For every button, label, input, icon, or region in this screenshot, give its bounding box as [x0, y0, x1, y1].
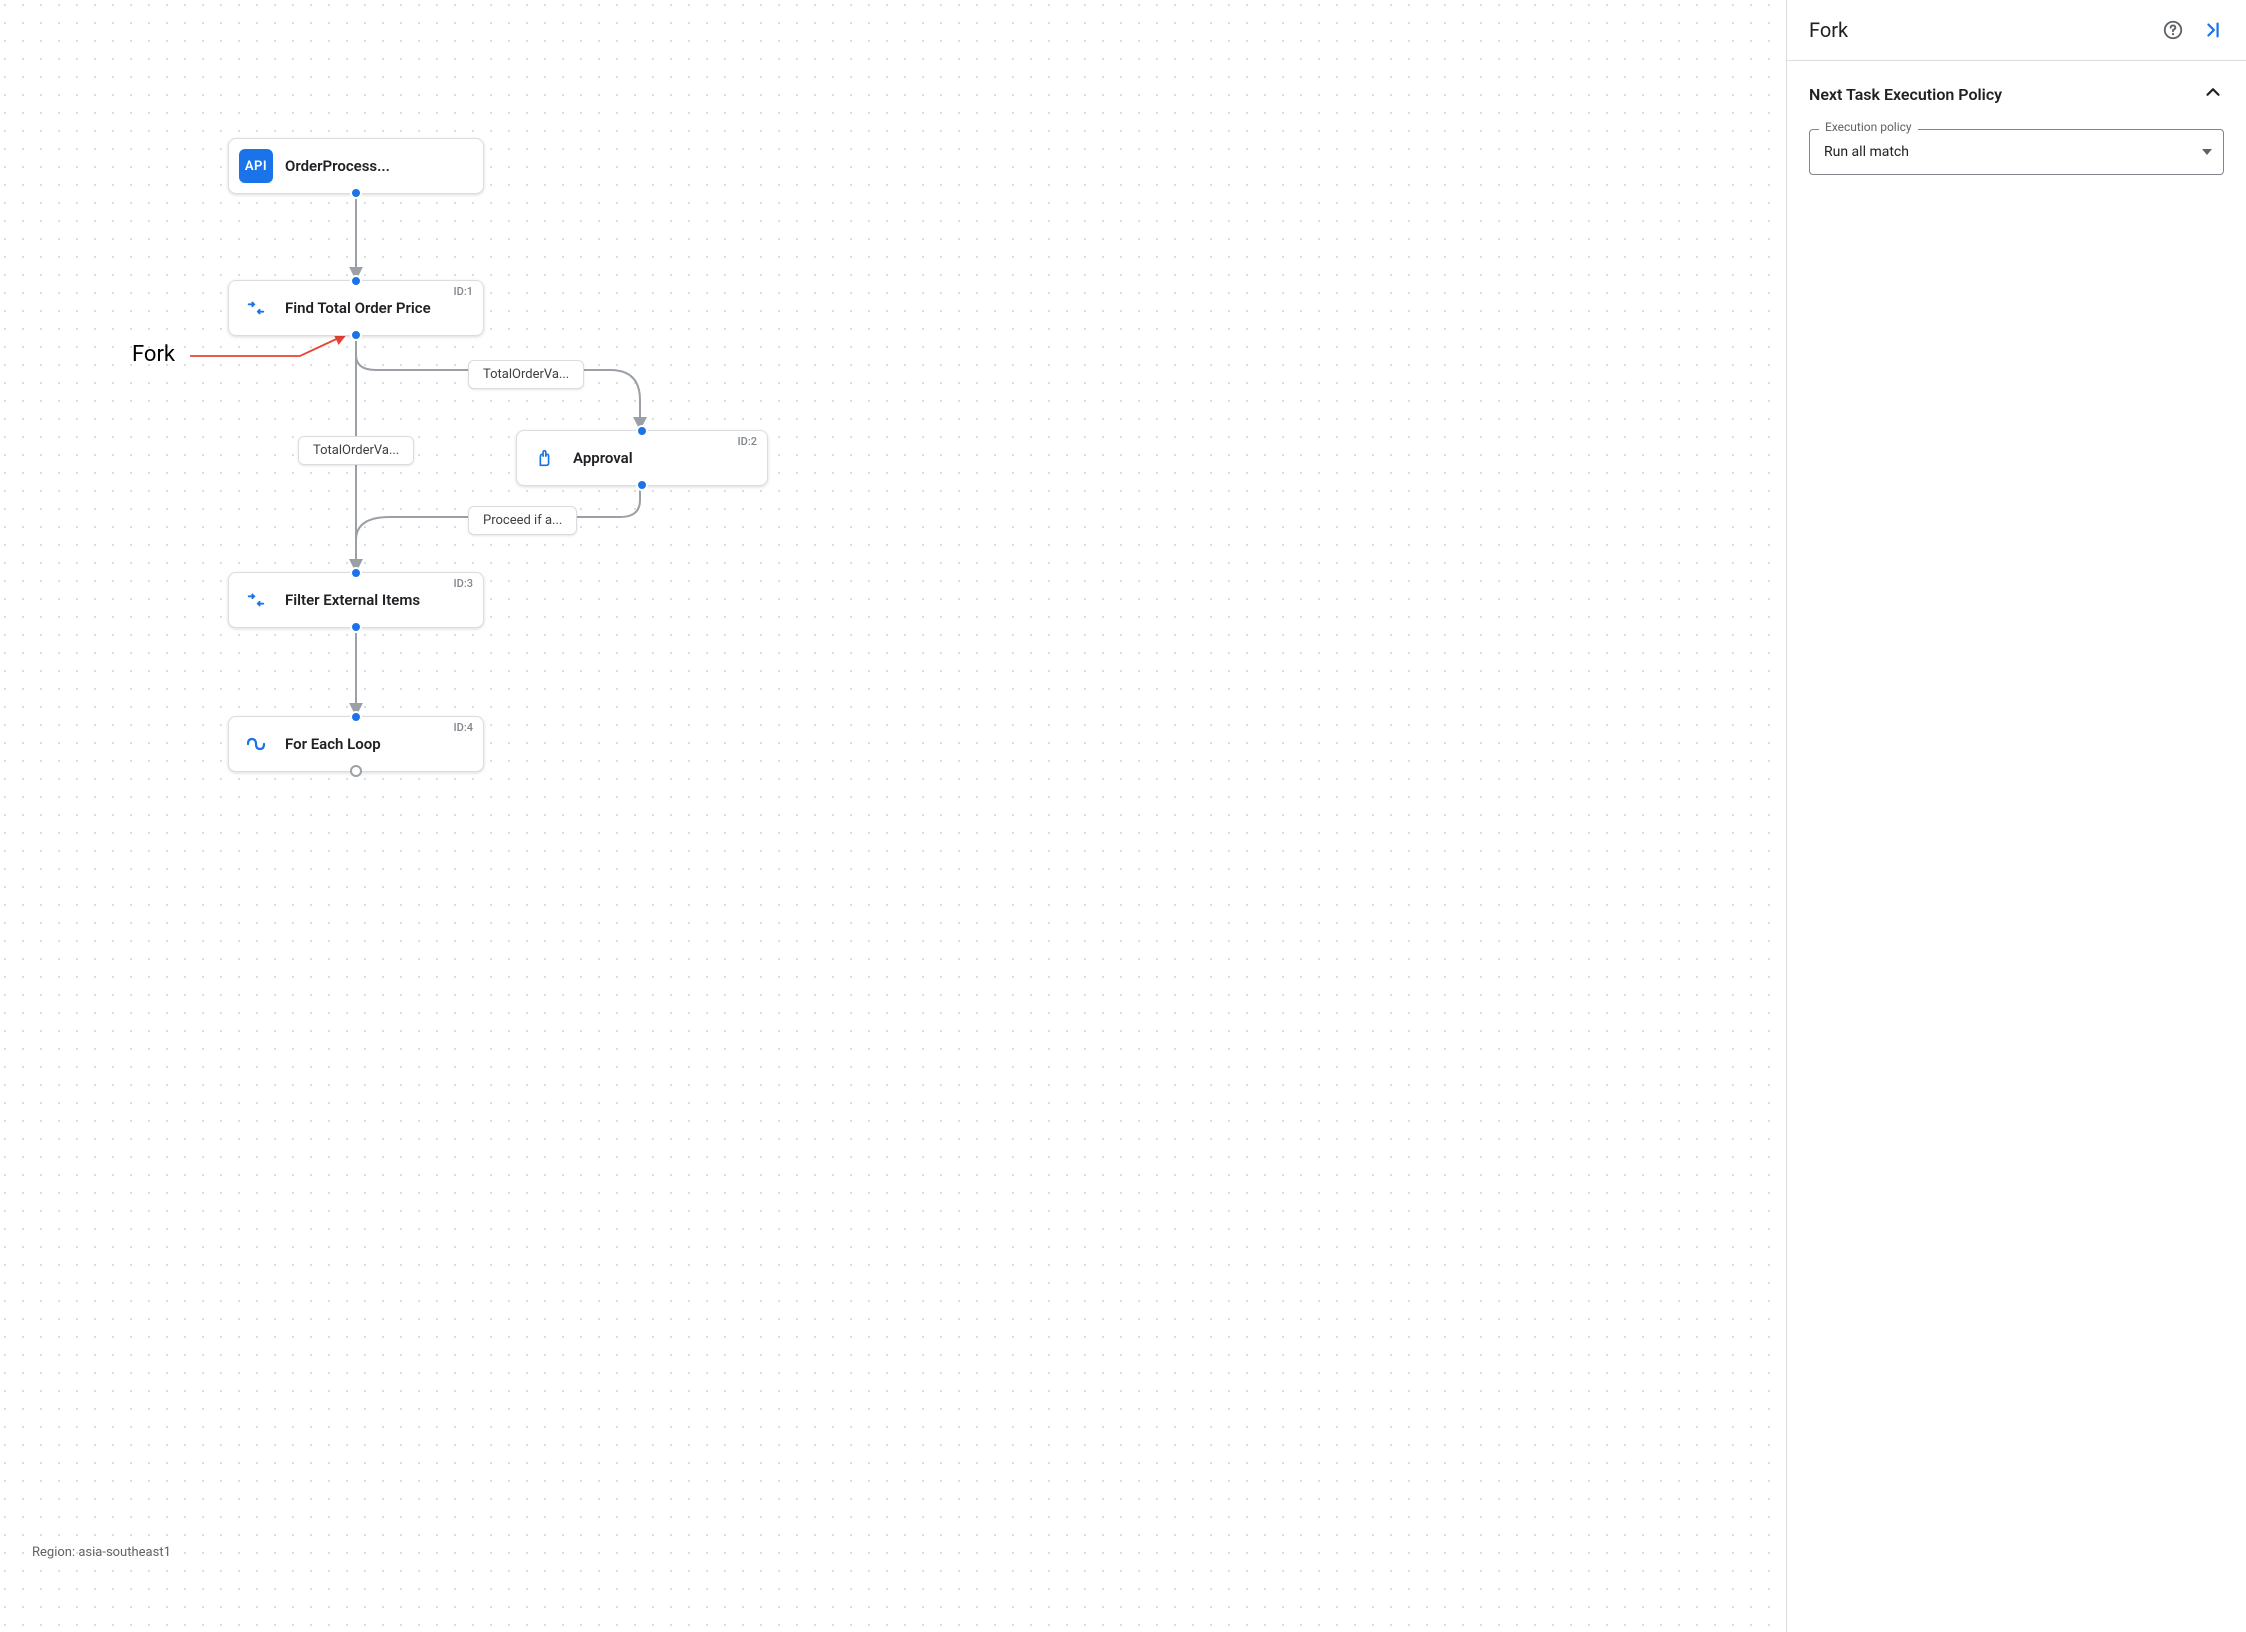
- region-label: Region: asia-southeast1: [32, 1545, 171, 1560]
- collapse-panel-icon[interactable]: [2202, 19, 2224, 41]
- node-filter-external-items[interactable]: ID:3 Filter External Items: [228, 572, 484, 628]
- node-title: OrderProcess...: [285, 157, 390, 175]
- execution-policy-select[interactable]: Run all match: [1809, 129, 2224, 175]
- help-icon[interactable]: [2162, 19, 2184, 41]
- edge-layer: [0, 0, 1786, 1632]
- port-top[interactable]: [350, 567, 362, 579]
- node-for-each-loop[interactable]: ID:4 For Each Loop: [228, 716, 484, 772]
- edge-label[interactable]: TotalOrderVa...: [468, 360, 584, 389]
- chevron-down-icon: [2202, 149, 2212, 155]
- panel-title: Fork: [1809, 18, 1848, 42]
- execution-policy-field: Execution policy Run all match: [1809, 129, 2224, 175]
- api-trigger-icon: API: [239, 149, 273, 183]
- node-id-tag: ID:3: [454, 577, 473, 590]
- node-approval[interactable]: ID:2 Approval: [516, 430, 768, 486]
- port-bottom[interactable]: [350, 765, 362, 777]
- port-bottom[interactable]: [636, 479, 648, 491]
- select-value: Run all match: [1824, 144, 1909, 160]
- chevron-up-icon: [2202, 81, 2224, 107]
- section-title: Next Task Execution Policy: [1809, 85, 2002, 104]
- edge-label[interactable]: TotalOrderVa...: [298, 436, 414, 465]
- data-mapping-icon: [239, 583, 273, 617]
- port-top[interactable]: [350, 711, 362, 723]
- node-title: Filter External Items: [285, 591, 420, 609]
- integration-canvas[interactable]: Fork API OrderProcess... ID:1 Find Total…: [0, 0, 1786, 1632]
- port-bottom[interactable]: [350, 621, 362, 633]
- field-label: Execution policy: [1819, 120, 1918, 134]
- port-top[interactable]: [350, 275, 362, 287]
- node-find-total-order-price[interactable]: ID:1 Find Total Order Price: [228, 280, 484, 336]
- approval-hand-icon: [527, 441, 561, 475]
- node-id-tag: ID:4: [454, 721, 473, 734]
- task-config-panel: Fork Next Task Execution Policy Executio…: [1786, 0, 2246, 1632]
- section-next-task-policy[interactable]: Next Task Execution Policy: [1809, 81, 2224, 107]
- panel-header: Fork: [1787, 0, 2246, 61]
- node-id-tag: ID:2: [738, 435, 757, 448]
- fork-annotation: Fork: [132, 342, 175, 367]
- node-title: Find Total Order Price: [285, 299, 431, 317]
- node-id-tag: ID:1: [454, 285, 473, 298]
- data-mapping-icon: [239, 291, 273, 325]
- node-trigger[interactable]: API OrderProcess...: [228, 138, 484, 194]
- port-bottom[interactable]: [350, 329, 362, 341]
- port-bottom[interactable]: [350, 187, 362, 199]
- edge-label[interactable]: Proceed if a...: [468, 506, 577, 535]
- loop-icon: [239, 727, 273, 761]
- node-title: Approval: [573, 449, 633, 467]
- node-title: For Each Loop: [285, 735, 381, 753]
- port-top[interactable]: [636, 425, 648, 437]
